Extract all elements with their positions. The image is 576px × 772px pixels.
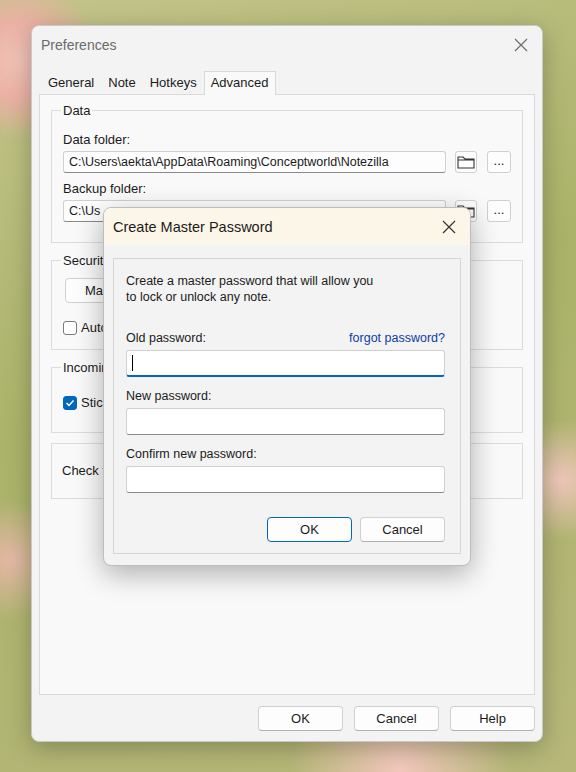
- tab[interactable]: Advanced: [204, 71, 276, 95]
- password-input[interactable]: [126, 408, 445, 435]
- password-field-row: Old password: forgot password?: [126, 331, 445, 377]
- tab[interactable]: General: [41, 71, 101, 94]
- dialog-panel: Create a master password that will allow…: [113, 258, 461, 554]
- footer-button[interactable]: Help: [450, 706, 535, 731]
- footer-button[interactable]: OK: [258, 706, 343, 731]
- open-folder-button[interactable]: [455, 151, 477, 173]
- password-field-row: New password:: [126, 389, 445, 435]
- password-field-row: Confirm new password:: [126, 447, 445, 493]
- password-input[interactable]: [126, 350, 445, 377]
- close-icon[interactable]: [442, 220, 456, 234]
- folder-row: Data folder: C:\Users\aekta\AppData\Roami…: [63, 132, 511, 173]
- dialog-title: Create Master Password: [113, 219, 273, 235]
- forgot-password-link[interactable]: forgot password?: [349, 331, 445, 345]
- folder-icon: [457, 155, 475, 169]
- checkbox[interactable]: [63, 321, 77, 335]
- check-updates-label: Check f: [62, 463, 106, 478]
- master-password-dialog: Create Master Password Create a master pa…: [103, 207, 471, 566]
- folder-field[interactable]: C:\Users\aekta\AppData\Roaming\Conceptwo…: [63, 151, 446, 173]
- dialog-button[interactable]: OK: [267, 517, 352, 542]
- footer-button[interactable]: Cancel: [354, 706, 439, 731]
- field-label: Old password:: [126, 331, 206, 345]
- group-title: Data: [61, 103, 92, 118]
- checkbox[interactable]: [63, 396, 77, 410]
- browse-button[interactable]: ...: [487, 151, 511, 173]
- browse-button[interactable]: ...: [487, 200, 511, 222]
- field-label: Backup folder:: [63, 181, 511, 196]
- tab-bar: GeneralNoteHotkeysAdvanced: [32, 64, 542, 94]
- field-label: New password:: [126, 389, 211, 403]
- tab[interactable]: Note: [101, 71, 142, 94]
- window-title: Preferences: [41, 37, 116, 53]
- password-input[interactable]: [126, 466, 445, 493]
- field-label: Confirm new password:: [126, 447, 257, 461]
- dialog-message: Create a master password that will allow…: [126, 273, 376, 305]
- tab[interactable]: Hotkeys: [143, 71, 204, 94]
- title-bar: Preferences: [32, 26, 542, 64]
- close-icon[interactable]: [514, 38, 528, 52]
- text-caret: [132, 355, 133, 371]
- check-icon: [65, 398, 75, 408]
- checkbox-label: Stic: [81, 395, 103, 410]
- desktop: Preferences GeneralNoteHotkeysAdvanced Dat…: [0, 0, 576, 772]
- dialog-button[interactable]: Cancel: [360, 517, 445, 542]
- dialog-title-bar: Create Master Password: [104, 208, 470, 245]
- field-label: Data folder:: [63, 132, 511, 147]
- footer: OK Cancel Help: [32, 695, 542, 741]
